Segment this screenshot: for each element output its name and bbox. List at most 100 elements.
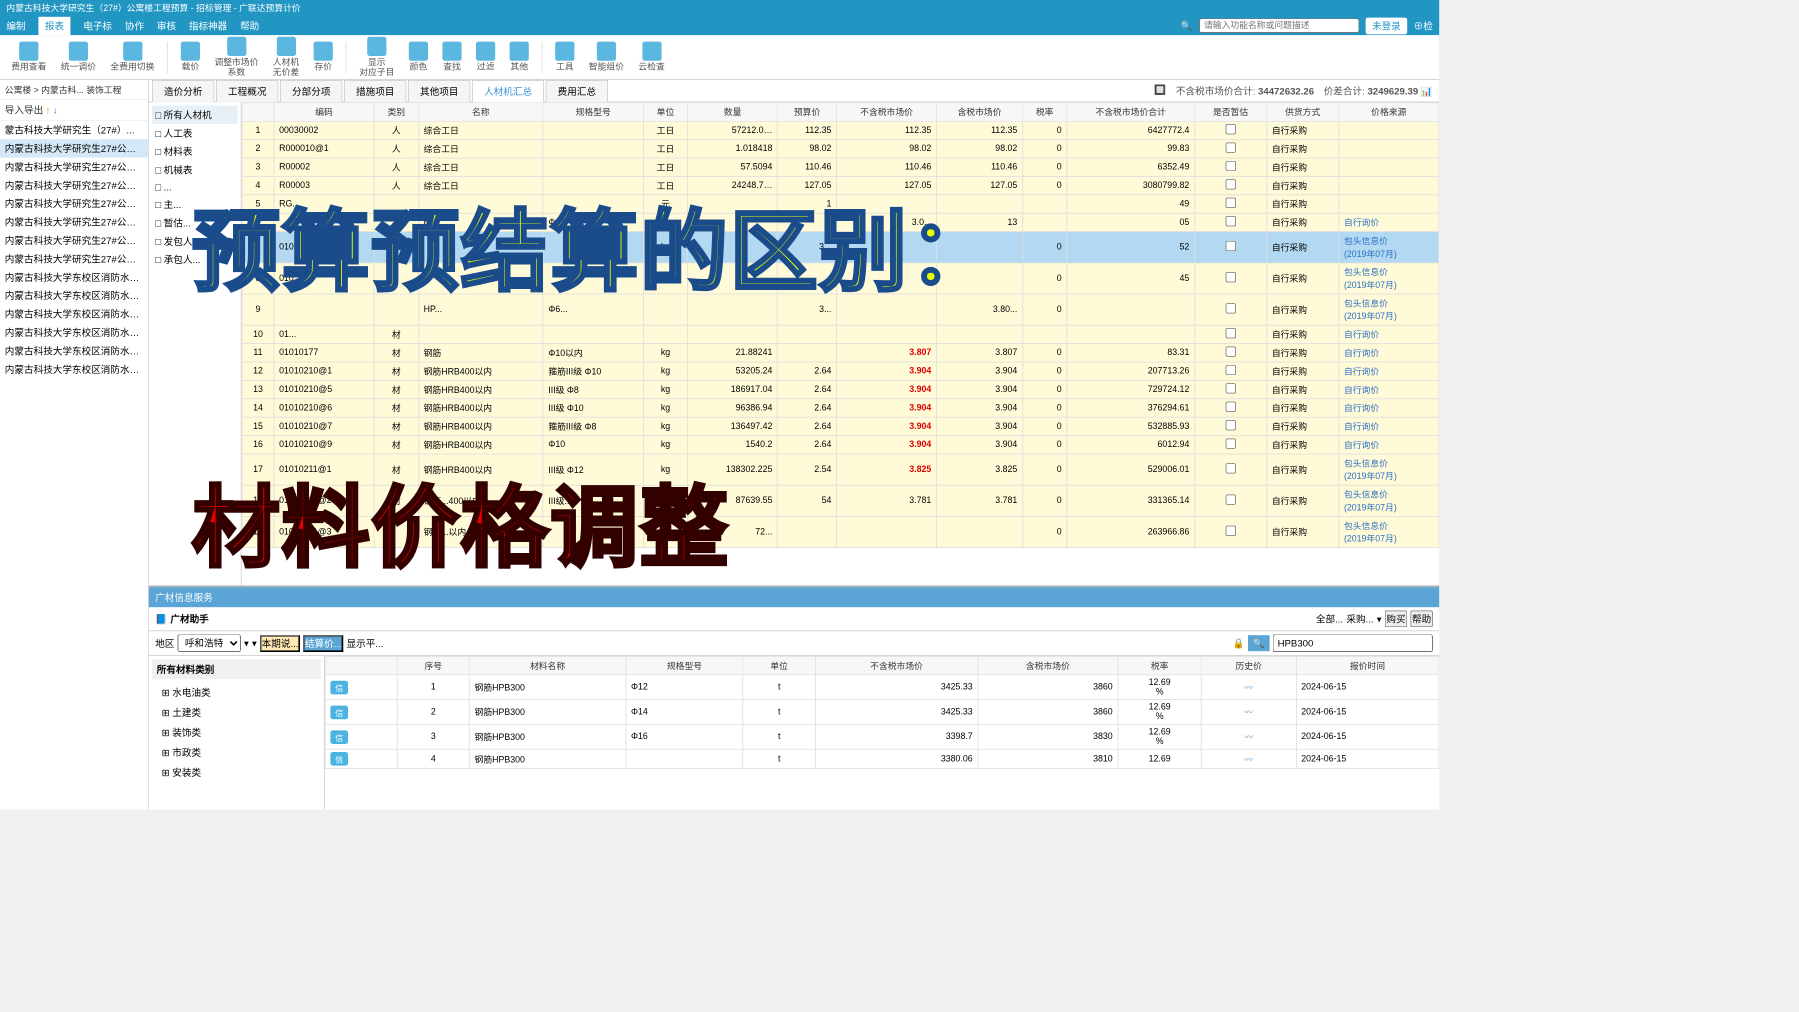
table-row[interactable]: 1201010210@1材钢筋HRB400以内箍筋III级 Φ10kg53205…: [242, 362, 1439, 380]
tool-过滤[interactable]: 过滤: [471, 40, 500, 74]
col-header[interactable]: 编码: [274, 103, 374, 121]
menu-审核[interactable]: 审核: [157, 19, 176, 33]
up-icon[interactable]: ↑: [46, 105, 51, 116]
tab-其他项目[interactable]: 其他项目: [408, 80, 470, 102]
lock-icon[interactable]: 🔒: [1233, 638, 1245, 649]
col-header[interactable]: 税率: [1023, 103, 1067, 121]
menu-报表[interactable]: 报表: [38, 16, 70, 34]
tree-item[interactable]: □ 所有人材机: [152, 106, 238, 124]
project-item[interactable]: 内蒙古科技大学研究生27#公寓...: [0, 194, 148, 212]
table-row[interactable]: 3R00002人综合工日工日57.5094110.46110.46110.460…: [242, 158, 1439, 176]
col-header[interactable]: 名称: [418, 103, 543, 121]
chart-icon[interactable]: 〰: [1201, 675, 1296, 700]
table-row[interactable]: 8010...kg045自行采购包头信息价(2019年07月): [242, 263, 1439, 294]
tool-其他[interactable]: 其他: [505, 40, 534, 74]
tab-措施项目[interactable]: 措施项目: [344, 80, 406, 102]
col-header[interactable]: 类别: [374, 103, 418, 121]
col-header[interactable]: 税率: [1118, 656, 1201, 674]
table-row[interactable]: 1001...材自行采购自行询价: [242, 325, 1439, 343]
table-row[interactable]: 6HP...Φ...3.0...1305自行采购自行询价: [242, 213, 1439, 231]
buy-button[interactable]: 购买: [1385, 610, 1407, 627]
tree-item[interactable]: □ 承包人...: [152, 250, 238, 268]
tool-工具[interactable]: 工具: [550, 40, 579, 74]
table-row[interactable]: 1501010210@7材钢筋HRB400以内箍筋III级 Φ8kg136497…: [242, 417, 1439, 435]
table-row[interactable]: 1401010210@6材钢筋HRB400以内III级 Φ10kg96386.9…: [242, 399, 1439, 417]
project-item[interactable]: 内蒙古科技大学东校区消防水池...: [0, 305, 148, 323]
col-header[interactable]: 单位: [743, 656, 815, 674]
tab-工程概况[interactable]: 工程概况: [216, 80, 278, 102]
tool-载价[interactable]: 载价: [176, 40, 205, 74]
menu-帮助[interactable]: 帮助: [240, 19, 259, 33]
material-search[interactable]: [1273, 634, 1433, 652]
table-row[interactable]: 5RG...元149自行采购: [242, 195, 1439, 213]
project-item[interactable]: 内蒙古科技大学研究生27#公寓...: [0, 213, 148, 231]
tab-造价分析[interactable]: 造价分析: [152, 80, 214, 102]
tool-智能组价[interactable]: 智能组价: [584, 40, 629, 74]
tree-item[interactable]: □ 暂估...: [152, 214, 238, 232]
category-item[interactable]: ⊞ 水电油类: [157, 682, 316, 702]
project-item[interactable]: 内蒙古科技大学研究生27#公寓...: [0, 250, 148, 268]
col-header[interactable]: 单位: [643, 103, 687, 121]
col-header[interactable]: 不含税市场价: [815, 656, 978, 674]
tool-云检查[interactable]: 云检查: [634, 40, 670, 74]
period-button[interactable]: 本期说...: [260, 635, 300, 652]
category-item[interactable]: ⊞ 装饰类: [157, 722, 316, 742]
check-icon[interactable]: ⊕检: [1414, 19, 1433, 33]
col-header[interactable]: 规格型号: [543, 103, 643, 121]
col-header[interactable]: 预算价: [778, 103, 837, 121]
price-row[interactable]: 信2钢筋HPB300Φ14t3425.33386012.69%〰2024-06-…: [325, 700, 1439, 725]
category-item[interactable]: ⊞ 安装类: [157, 762, 316, 782]
tree-item[interactable]: □ 机械表: [152, 161, 238, 179]
tree-item[interactable]: □ 材料表: [152, 142, 238, 160]
table-row[interactable]: 1901010211@3钢筋...以内kg72...0263966.86自行采购…: [242, 516, 1439, 547]
project-item[interactable]: 内蒙古科技大学东校区消防水池...: [0, 360, 148, 378]
project-item[interactable]: 蒙古科技大学研究生（27#）...: [0, 121, 148, 139]
col-header[interactable]: 报价时间: [1296, 656, 1439, 674]
tab-分部分项[interactable]: 分部分项: [280, 80, 342, 102]
col-header[interactable]: 价格来源: [1339, 103, 1439, 121]
project-item[interactable]: 内蒙古科技大学研究生27#公寓...: [0, 176, 148, 194]
table-row[interactable]: 4R00003人综合工日工日24248.7…127.05127.05127.05…: [242, 176, 1439, 194]
table-row[interactable]: 1101010177材钢筋Φ10以内kg21.882413.8073.80708…: [242, 344, 1439, 362]
tool-人材机无价差[interactable]: 人材机 无价差: [268, 36, 304, 79]
tool-调整市场价系数[interactable]: 调整市场价 系数: [210, 36, 264, 79]
table-row[interactable]: 1601010210@9材钢筋HRB400以内Φ10kg1540.22.643.…: [242, 436, 1439, 454]
table-row[interactable]: 9HP...Φ6...3...3.80...0自行采购包头信息价(2019年07…: [242, 294, 1439, 325]
search-input[interactable]: [1199, 18, 1359, 32]
tool-存价[interactable]: 存价: [309, 40, 338, 74]
project-item[interactable]: 内蒙古科技大学东校区消防水池...: [0, 268, 148, 286]
col-header[interactable]: 历史价: [1201, 656, 1296, 674]
col-header[interactable]: 规格型号: [626, 656, 743, 674]
login-button[interactable]: 未登录: [1366, 17, 1408, 34]
category-item[interactable]: ⊞ 土建类: [157, 702, 316, 722]
tool-统一调价[interactable]: 统一调价: [56, 40, 101, 74]
table-row[interactable]: 7010...kg3...052自行采购包头信息价(2019年07月): [242, 232, 1439, 263]
project-item[interactable]: 内蒙古科技大学研究生27#公寓...: [0, 158, 148, 176]
chart-icon[interactable]: 〰: [1201, 749, 1296, 768]
menu-电子标[interactable]: 电子标: [83, 19, 112, 33]
project-item[interactable]: 内蒙古科技大学研究生27#公寓...: [0, 231, 148, 249]
table-row[interactable]: 1801010211@2材钢筋...400以内III级...kg87639.55…: [242, 485, 1439, 516]
tree-item[interactable]: □ ...: [152, 179, 238, 195]
col-header[interactable]: 材料名称: [469, 656, 625, 674]
category-item[interactable]: ⊞ 市政类: [157, 742, 316, 762]
project-item[interactable]: 内蒙古科技大学东校区消防水池...: [0, 286, 148, 304]
menu-指标神器[interactable]: 指标神器: [189, 19, 227, 33]
col-header[interactable]: 含税市场价: [978, 656, 1118, 674]
col-header[interactable]: 序号: [397, 656, 469, 674]
tree-item[interactable]: □ 发包人...: [152, 232, 238, 250]
table-row[interactable]: 1701010211@1材钢筋HRB400以内III级 Φ12kg138302.…: [242, 454, 1439, 485]
col-header[interactable]: 不含税市场价: [837, 103, 937, 121]
search-icon[interactable]: 🔍: [1248, 635, 1270, 651]
table-row[interactable]: 2R000010@1人综合工日工日1.01841898.0298.0298.02…: [242, 140, 1439, 158]
table-row[interactable]: 1301010210@5材钢筋HRB400以内III级 Φ8kg186917.0…: [242, 380, 1439, 398]
chart-icon[interactable]: 〰: [1201, 700, 1296, 725]
help-button[interactable]: 帮助: [1410, 610, 1432, 627]
price-row[interactable]: 信4钢筋HPB300t3380.06381012.69〰2024-06-15: [325, 749, 1439, 768]
table-row[interactable]: 100030002人综合工日工日57212.0…112.35112.35112.…: [242, 121, 1439, 139]
project-item[interactable]: 内蒙古科技大学东校区消防水池...: [0, 323, 148, 341]
menu-编制[interactable]: 编制: [6, 19, 25, 33]
col-header[interactable]: 供货方式: [1267, 103, 1339, 121]
project-item[interactable]: 内蒙古科技大学研究生27#公寓...: [0, 139, 148, 157]
tool-查找[interactable]: 查找: [438, 40, 467, 74]
